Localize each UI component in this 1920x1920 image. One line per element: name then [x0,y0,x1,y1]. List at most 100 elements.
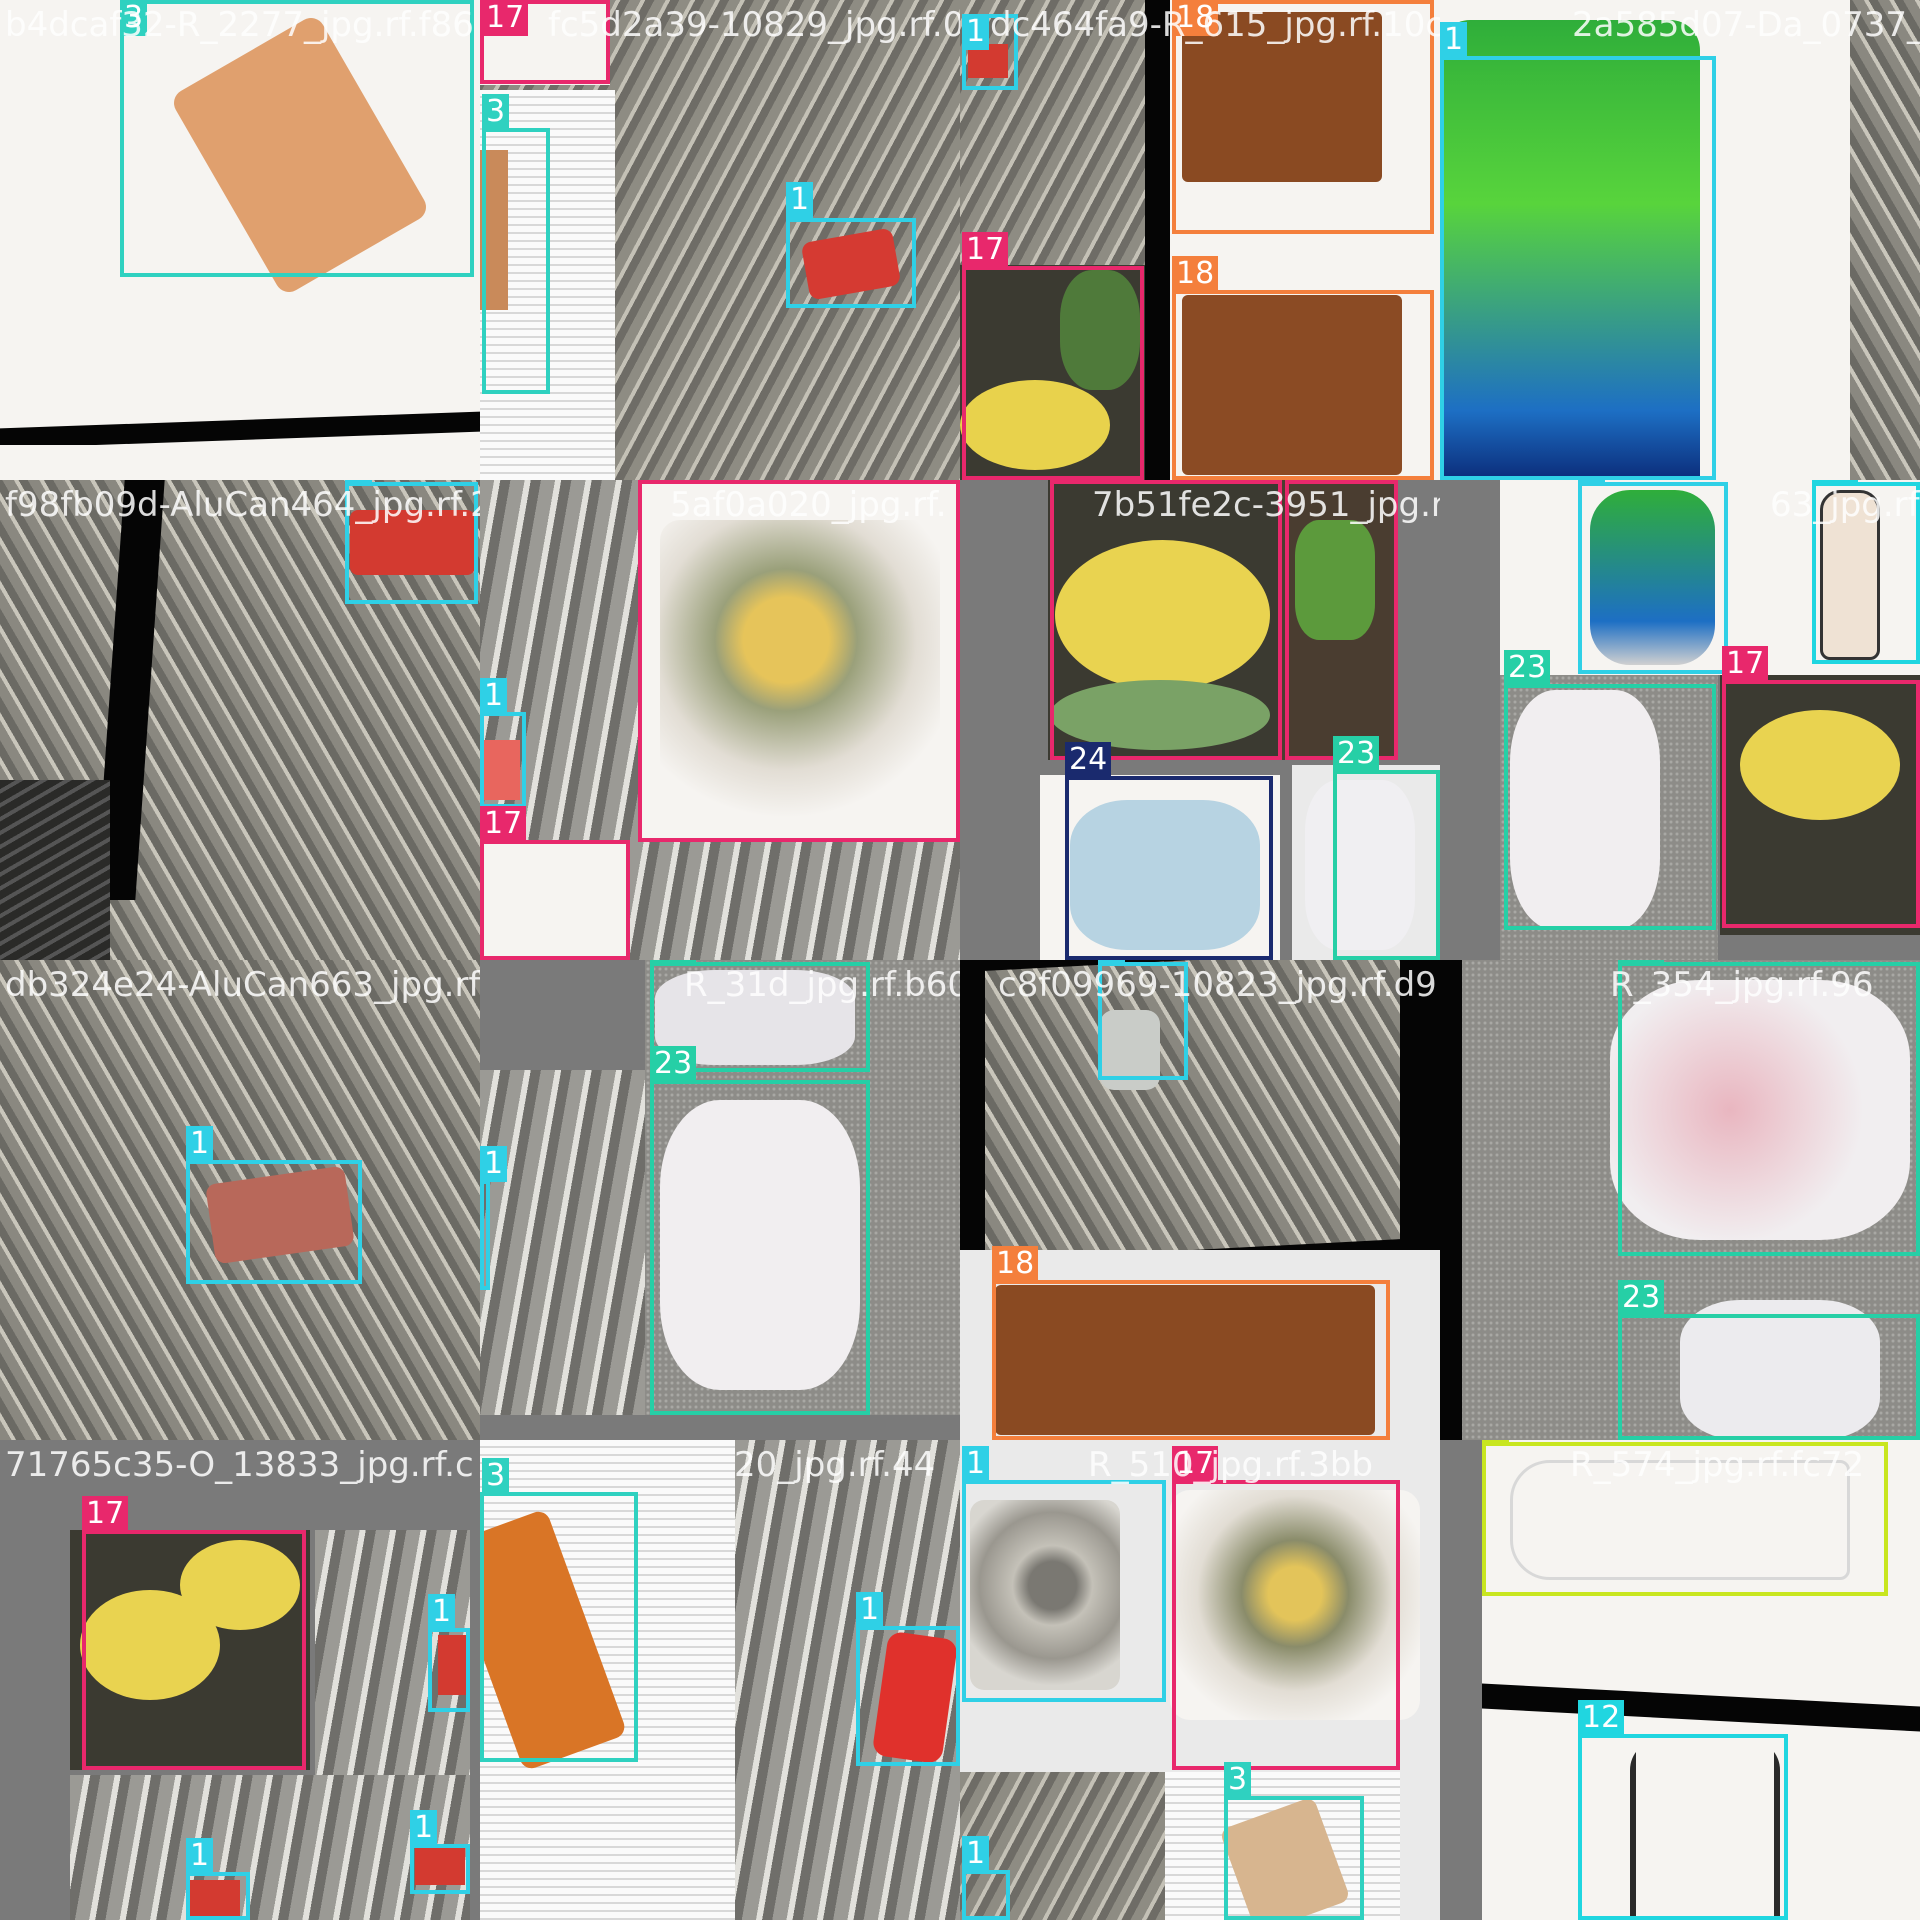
bbox-food [1172,1480,1400,1770]
image-background [1850,0,1920,480]
bbox-can [186,1872,250,1920]
bbox-bag [1065,776,1273,960]
image-filename: R_354_jpg.rf.96 [1610,965,1874,1005]
bbox-label: 1 [480,678,508,714]
bbox-food [1722,680,1920,928]
mosaic-tile: 1 18 c8f09969-10823_jpg.rf.d9 [960,960,1440,1440]
mosaic-tile: 23 23 R_354_jpg.rf.96 [1440,960,1920,1440]
image-filename: 71765c35-O_13833_jpg.rf.c [5,1445,474,1485]
bbox-label: 17 [1050,480,1097,482]
image-background [480,1070,650,1415]
mosaic-tile: 17 17 24 23 7b51fe2c-3951_jpg.rf.f34 [960,480,1440,960]
bbox-label: 17 [1330,480,1377,482]
image-background [1440,1440,1482,1920]
bbox-food [480,840,630,960]
image-background [0,780,110,960]
image-filename: 7b51fe2c-3951_jpg.rf.f34 [1092,485,1440,525]
bbox-label: 17 [480,806,527,842]
bbox-label: 1 [856,1592,884,1628]
bbox-label: 1 [345,480,373,482]
image-filename: b4dcaf32-R_2277_jpg.rf.f86 [5,5,474,45]
bbox-label: 1 [480,1146,508,1182]
bbox-label: 1 [428,1594,456,1630]
bbox-can [480,1180,490,1290]
bbox-label: 7 [1482,1440,1510,1444]
bbox-label: 1 [962,1446,990,1482]
bbox-label: 12 [1812,480,1859,484]
mosaic-tile: 3 b4dcaf32-R_2277_jpg.rf.f86 [0,0,480,480]
bbox-label: 23 [1504,650,1551,686]
border-strip [1145,0,1170,480]
mosaic-tile: 23 23 1 R_31d_jpg.rf.b607 [480,960,960,1440]
bbox-can [480,712,526,808]
bbox-food [82,1530,306,1770]
image-background [0,445,480,480]
bbox-food [962,266,1144,480]
bbox-label: 23 [650,1046,697,1082]
bbox-label: 23 [650,960,697,964]
bbox-label: 1 [962,1836,990,1872]
bbox-can [962,1480,1166,1702]
bbox-label: 17 [482,0,529,36]
bbox-label: 18 [992,1246,1039,1282]
bbox-label: 3 [482,1458,510,1494]
bbox-label: 1 [1098,960,1126,964]
image-filename: c8f09969-10823_jpg.rf.d9 [998,965,1437,1005]
mosaic-tile: 17 3 1 fc5d2a39-10829_jpg.rf.05c [480,0,960,480]
bbox-can [962,1870,1010,1920]
mosaic-tile: 1 db324e24-AluCan663_jpg.rf [0,960,480,1440]
image-filename: R_574_jpg.rf.fc72 [1570,1445,1865,1485]
bbox-plastic-bag [1618,1314,1920,1440]
bbox-can [428,1628,470,1712]
image-background [985,960,1400,1261]
bbox-bottle [1578,482,1728,674]
mosaic-tile: 1 f98fb09d-AluCan464_jpg.rf.2 [0,480,480,960]
image-filename: 5af0a020_jpg.rf. [670,485,947,525]
image-filename: R_31d_jpg.rf.b607 [684,965,960,1005]
bbox-label: 1 [186,1126,214,1162]
image-filename: f98fb09d-AluCan464_jpg.rf.2 [5,485,480,525]
bbox-label: 17 [638,480,685,482]
bbox-book [992,1280,1390,1440]
mosaic-tile: 1 2a585d07-Da_0737_jpg.rf.3ff [1440,0,1920,480]
bbox-label: 3 [482,94,510,130]
bbox-cardboard [482,128,550,394]
bbox-can [186,1160,362,1284]
image-filename: 20_jpg.rf.44 [734,1445,936,1485]
mosaic-tile: 17 1 17 5af0a020_jpg.rf. [480,480,960,960]
mosaic-tile: 3 1 20_jpg.rf.44 [480,1440,960,1920]
mosaic-tile: 1 12 23 17 63_jpg.rf.98 [1440,480,1920,960]
bbox-label: 1 [962,14,990,50]
bbox-label: 1 [186,1838,214,1874]
border-strip [1440,960,1462,1440]
bbox-cardboard [480,1492,638,1762]
image-filename: 63_jpg.rf.98 [1770,485,1920,525]
bbox-plastic-bag [1618,962,1920,1256]
mosaic-tile: 17 1 1 1 71765c35-O_13833_jpg.rf.c [0,1440,480,1920]
bbox-label: 23 [1333,736,1380,772]
bbox-label: 18 [1172,256,1219,292]
image-filename: R_510_jpg.rf.3bb [1088,1445,1374,1485]
bbox-bottle [1440,56,1716,480]
bbox-glass-bottle [1578,1734,1788,1920]
bbox-label: 1 [1440,22,1468,58]
bbox-label: 24 [1065,742,1112,778]
bbox-food [638,480,960,842]
bbox-label: 1 [786,182,814,218]
bbox-book [1172,290,1434,480]
bbox-plastic-bag [1333,770,1440,960]
bbox-label: 1 [1578,480,1606,484]
bbox-cardboard [1224,1796,1364,1920]
bbox-plastic-bag [1504,684,1716,930]
bbox-label: 3 [1224,1762,1252,1798]
bbox-plastic-bag [650,1080,870,1415]
bbox-label: 12 [1578,1700,1625,1736]
bbox-label: 23 [1618,1280,1665,1316]
bbox-can [786,218,916,308]
mosaic-tile: 1 18 18 17 dc464fa9-R_615_jpg.rf.10c [960,0,1440,480]
image-filename: 2a585d07-Da_0737_jpg.rf.3ff [1572,5,1920,45]
bbox-label: 17 [1722,646,1769,682]
bbox-label: 17 [962,232,1009,268]
bbox-label: 23 [1618,960,1665,964]
image-filename: db324e24-AluCan663_jpg.rf [5,965,480,1005]
